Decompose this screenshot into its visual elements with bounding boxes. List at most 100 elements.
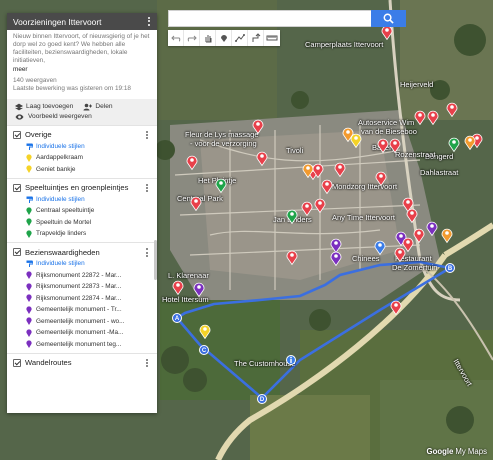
add-marker-button[interactable] (216, 30, 232, 46)
map-marker-icon[interactable] (215, 177, 227, 193)
undo-button[interactable] (168, 30, 184, 46)
panel-scrollbar[interactable] (154, 240, 157, 280)
layer-header: Speeltuintjes en groenpleintjes (7, 183, 157, 193)
draw-line-button[interactable] (232, 30, 248, 46)
layer-title[interactable]: Bezienswaardigheden (25, 248, 100, 257)
map-marker-icon[interactable] (390, 299, 402, 315)
feature-item[interactable]: Geniet bankje (7, 163, 157, 175)
feature-item[interactable]: Gemeentelijk monument - Tr... (7, 304, 157, 316)
measure-button[interactable] (264, 30, 280, 46)
map-label: Heijerveld (400, 80, 434, 89)
map-marker-icon[interactable] (413, 227, 425, 243)
layer-visibility-checkbox[interactable] (13, 183, 21, 192)
more-link[interactable]: meer (7, 65, 157, 74)
map-marker-icon[interactable] (427, 109, 439, 125)
layer-title[interactable]: Overige (25, 130, 52, 139)
map-marker-icon[interactable] (252, 118, 264, 134)
map-marker-icon[interactable] (301, 200, 313, 216)
redo-button[interactable] (184, 30, 200, 46)
search-input[interactable] (168, 10, 372, 27)
map-marker-icon[interactable] (172, 279, 184, 295)
feature-label: Aardappelkraam (36, 154, 83, 162)
feature-item[interactable]: Rijksmonument 22872 - Mar... (7, 269, 157, 281)
preview-button[interactable]: Voorbeeld weergeven (15, 112, 149, 122)
map-marker-icon[interactable] (414, 109, 426, 125)
map-marker-icon[interactable] (190, 195, 202, 211)
feature-item[interactable]: Rijksmonument 22874 - Mar... (7, 292, 157, 304)
eye-icon (15, 114, 24, 120)
map-marker-icon[interactable] (377, 137, 389, 153)
map-label: De Zomertuin (392, 263, 438, 272)
layer-style-link[interactable]: Individuele stijlen (7, 140, 157, 152)
map-marker-icon[interactable] (350, 132, 362, 148)
layer-visibility-checkbox[interactable] (13, 248, 21, 257)
feature-label: Rijksmonument 22873 - Mar... (36, 283, 122, 291)
map-marker-icon[interactable] (334, 161, 346, 177)
feature-item[interactable]: Rijksmonument 22873 - Mar... (7, 281, 157, 293)
layer-visibility-checkbox[interactable] (13, 130, 21, 139)
layer-style-link[interactable]: Individuele stijlen (7, 257, 157, 269)
select-button[interactable] (200, 30, 216, 46)
map-title[interactable]: Voorzieningen Ittervoort (13, 17, 151, 27)
undo-icon (170, 35, 180, 42)
map-marker-icon[interactable] (302, 162, 314, 178)
map-marker-icon[interactable] (193, 281, 205, 297)
map-marker-icon[interactable] (314, 197, 326, 213)
waypoint-c[interactable]: C (199, 345, 209, 355)
map-marker-icon[interactable] (374, 239, 386, 255)
map-marker-icon[interactable] (394, 246, 406, 262)
waypoint-d[interactable]: D (257, 394, 267, 404)
share-label: Delen (95, 103, 113, 111)
feature-label: Geniet bankje (36, 165, 76, 173)
map-marker-icon[interactable] (464, 134, 476, 150)
map-marker-icon[interactable] (286, 249, 298, 265)
search-button[interactable] (371, 10, 406, 27)
map-marker-icon[interactable] (446, 101, 458, 117)
redo-icon (187, 35, 197, 42)
draw-line-icon (234, 34, 245, 42)
map-marker-icon[interactable] (321, 178, 333, 194)
paint-roller-icon (26, 143, 33, 150)
map-toolbar (168, 30, 280, 46)
add-layer-button[interactable]: Laag toevoegen (15, 103, 73, 111)
info-icon[interactable] (286, 355, 296, 365)
feature-item[interactable]: Gemeentelijk monument teg... (7, 338, 157, 350)
layer-title[interactable]: Speeltuintjes en groenpleintjes (25, 183, 128, 192)
layer-options-icon[interactable] (145, 248, 149, 257)
map-marker-icon[interactable] (389, 137, 401, 153)
map-marker-icon[interactable] (330, 250, 342, 266)
feature-item[interactable]: Gemeentelijk monument - wo... (7, 315, 157, 327)
waypoint-b[interactable]: B (445, 263, 455, 273)
map-marker-icon[interactable] (286, 208, 298, 224)
feature-item[interactable]: Centraal speeltuintje (7, 205, 157, 217)
map-marker-icon[interactable] (256, 150, 268, 166)
layers-icon (15, 103, 23, 111)
layer-options-icon[interactable] (145, 130, 149, 140)
layer-3: Bezienswaardigheden Individuele stijlen … (7, 242, 157, 353)
map-marker-icon[interactable] (426, 220, 438, 236)
map-marker-icon[interactable] (375, 170, 387, 186)
map-marker-icon[interactable] (186, 154, 198, 170)
feature-item[interactable]: Gemeentelijk monument -Ma... (7, 327, 157, 339)
map-marker-icon[interactable] (448, 136, 460, 152)
feature-item[interactable]: Trapveldje linders (7, 228, 157, 240)
layer-options-icon[interactable] (145, 358, 149, 368)
add-directions-button[interactable] (248, 30, 264, 46)
feature-label: Gemeentelijk monument -Ma... (36, 329, 124, 337)
map-marker-icon[interactable] (199, 323, 211, 339)
feature-item[interactable]: Aardappelkraam (7, 152, 157, 164)
layer-options-icon[interactable] (145, 183, 149, 193)
layer-header: Wandelroutes (7, 358, 157, 368)
waypoint-a[interactable]: A (172, 313, 182, 323)
feature-item[interactable]: Speeltuin de Mortel (7, 216, 157, 228)
layer-2: Speeltuintjes en groenpleintjes Individu… (7, 177, 157, 243)
map-marker-icon[interactable] (441, 227, 453, 243)
map-options-icon[interactable] (147, 17, 151, 26)
share-button[interactable]: Delen (83, 103, 113, 111)
layer-title[interactable]: Wandelroutes (25, 358, 72, 367)
layer-visibility-checkbox[interactable] (13, 358, 21, 367)
map-marker-icon[interactable] (406, 207, 418, 223)
map-label: Fleur de Lys massage (185, 130, 259, 139)
layer-style-link[interactable]: Individuele stijlen (7, 193, 157, 205)
layer-header: Overige (7, 130, 157, 140)
